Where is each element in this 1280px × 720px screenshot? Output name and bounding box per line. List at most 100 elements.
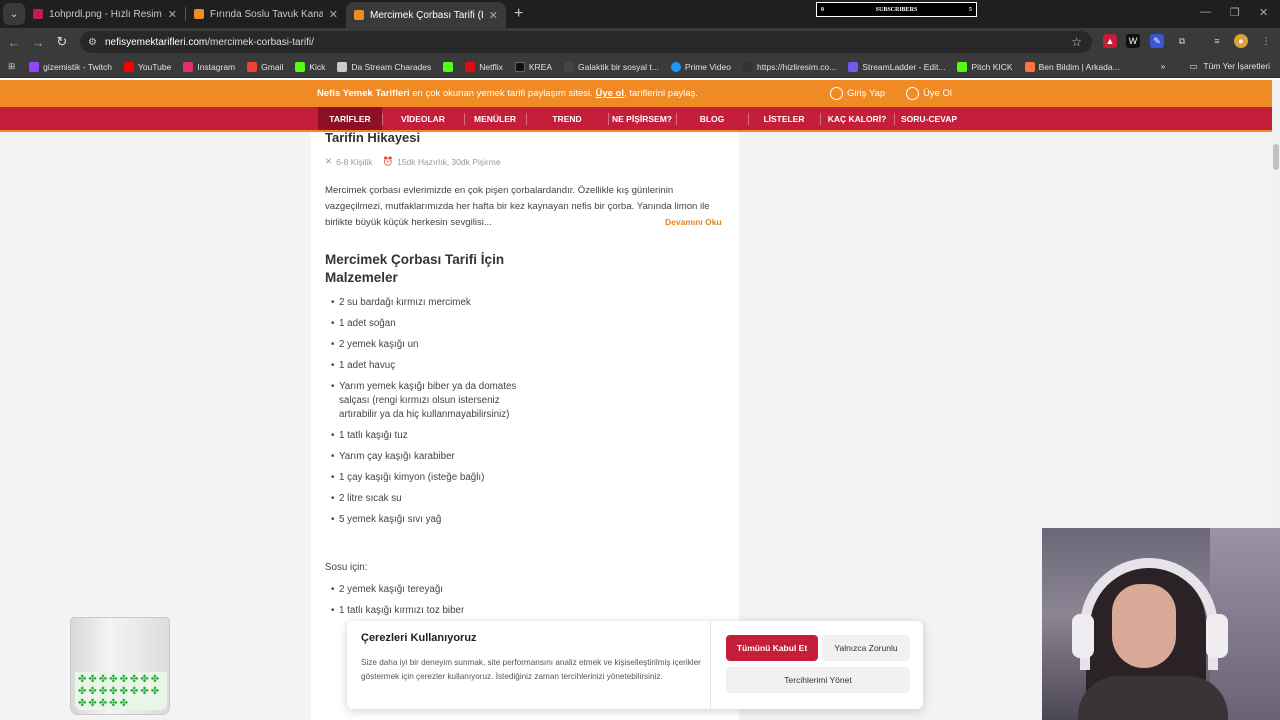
promo-text: Nefis Yemek Tarifleri en çok okunan yeme… (317, 88, 698, 99)
accept-all-button[interactable]: Tümünü Kabul Et (726, 635, 818, 661)
url-input[interactable]: ⚙ nefisyemektarifleri.com/mercimek-corba… (80, 31, 1092, 53)
story-title: Tarifin Hikayesi (325, 130, 421, 145)
streamladder-icon (848, 61, 859, 72)
bookmark-item[interactable]: KREA (514, 61, 552, 72)
glass-jar-image: ✤ ✤ ✤ ✤ ✤ ✤ ✤ ✤ ✤ ✤ ✤ ✤ ✤ ✤ ✤ ✤ ✤ ✤ ✤ ✤ ✤ (70, 617, 170, 715)
game-icon (1024, 61, 1035, 72)
chevron-right-icon[interactable]: » (1161, 61, 1166, 72)
bookmark-item[interactable]: Da Stream Charades (337, 61, 432, 72)
manage-preferences-button[interactable]: Tercihlerimi Yönet (726, 667, 910, 693)
bookmark-label: Prime Video (684, 61, 731, 72)
reading-list-icon[interactable]: ≡ (1210, 34, 1224, 48)
bookmark-item[interactable]: Pitch KICK (957, 61, 1013, 72)
login-label: Giriş Yap (847, 88, 886, 99)
tab-title: 1ohprdl.png - Hızlı Resim (49, 8, 162, 20)
profile-avatar[interactable]: ● (1234, 34, 1248, 48)
close-icon[interactable]: ✕ (168, 8, 177, 21)
cookie-divider (710, 621, 711, 709)
promo-bar: Nefis Yemek Tarifleri en çok okunan yeme… (0, 80, 1272, 107)
window-close-icon[interactable]: ✕ (1259, 6, 1268, 19)
cookie-title: Çerezleri Kullanıyoruz (361, 632, 477, 644)
forward-icon[interactable]: → (26, 35, 50, 50)
bookmark-item[interactable]: Prime Video (670, 61, 731, 72)
scrollbar-thumb[interactable] (1273, 144, 1279, 170)
nav-menuler[interactable]: MENÜLER (464, 107, 526, 130)
nav-trend[interactable]: TREND (526, 107, 608, 130)
login-link[interactable]: Giriş Yap (830, 87, 885, 100)
bookmark-label: YouTube (137, 61, 172, 72)
minimize-icon[interactable]: — (1200, 6, 1211, 18)
hizliresim-icon (742, 61, 753, 72)
nav-kac-kalori[interactable]: KAÇ KALORİ? (820, 107, 894, 130)
read-more-link[interactable]: Devamını Oku (665, 217, 722, 227)
nav-ne-pisirsem[interactable]: NE PİŞİRSEM? (608, 107, 676, 130)
clover-icon: ✤ (140, 686, 149, 697)
maximize-icon[interactable]: ❐ (1230, 6, 1240, 19)
clover-icon: ✤ (98, 674, 108, 685)
kick-icon (443, 61, 454, 72)
reload-icon[interactable]: ↻ (50, 34, 74, 50)
bookmark-label: gizemistik - Twitch (43, 61, 112, 72)
extensions-puzzle-icon[interactable]: ⧉ (1175, 34, 1189, 48)
clock-icon: ⏰ (382, 156, 394, 166)
bookmark-item[interactable]: StreamLadder - Edit... (848, 61, 945, 72)
list-item: 1 tatlı kaşığı tuz (331, 429, 521, 443)
bookmark-item[interactable]: Instagram (183, 61, 235, 72)
tab-search-button[interactable]: ⌄ (3, 3, 25, 25)
bookmark-item[interactable]: YouTube (123, 61, 172, 72)
instagram-icon (183, 61, 194, 72)
bookmark-item[interactable]: Ben Bildim | Arkada... (1024, 61, 1120, 72)
back-icon[interactable]: ← (2, 35, 26, 50)
main-nav: TARİFLER VİDEOLAR MENÜLER TREND NE PİŞİR… (0, 107, 1272, 132)
bookmark-item[interactable]: Gmail (247, 61, 283, 72)
signup-promo-link[interactable]: Üye ol (595, 88, 624, 99)
only-required-button[interactable]: Yalnızca Zorunlu (822, 635, 910, 661)
signup-link[interactable]: Üye Ol (906, 87, 952, 100)
tab-2[interactable]: Fırında Soslu Tavuk Kanat - Nefis ✕ (186, 0, 346, 28)
clover-icon: ✤ (78, 686, 87, 697)
clover-icon: ✤ (119, 686, 128, 697)
menu-dots-icon[interactable]: ⋮ (1259, 34, 1273, 48)
nav-tarifler[interactable]: TARİFLER (318, 107, 382, 130)
extension-icon[interactable]: W (1126, 34, 1140, 48)
signup-label: Üye Ol (923, 88, 953, 99)
bookmark-item[interactable]: Netflix (465, 61, 503, 72)
bookmark-item[interactable]: Kick (295, 61, 326, 72)
tab-3-active[interactable]: Mercimek Çorbası Tarifi (Lokanta ✕ (346, 2, 506, 28)
list-item: 1 tatlı kaşığı kırmızı toz biber (331, 604, 521, 618)
bookmark-label: Kick (309, 61, 326, 72)
close-icon[interactable]: ✕ (329, 8, 338, 21)
bookmark-item[interactable]: https://hizliresim.co... (742, 61, 836, 72)
extension-icon[interactable]: ▲ (1103, 34, 1117, 48)
extension-icon[interactable]: ✎ (1150, 34, 1164, 48)
clover-fill: ✤ ✤ ✤ ✤ ✤ ✤ ✤ ✤ ✤ ✤ ✤ ✤ ✤ ✤ ✤ ✤ ✤ ✤ ✤ ✤ ✤ (75, 672, 167, 710)
bookmarks-bar: ⊞ gizemistik - Twitch YouTube Instagram … (0, 56, 1280, 78)
clover-icon: ✤ (150, 674, 160, 685)
nav-videolar[interactable]: VİDEOLAR (382, 107, 464, 130)
promo-brand: Nefis Yemek Tarifleri (317, 88, 410, 99)
nav-listeler[interactable]: LİSTELER (748, 107, 820, 130)
all-bookmarks-link[interactable]: Tüm Yer İşaretleri (1203, 61, 1270, 72)
list-item: Yarım yemek kaşığı biber ya da domates s… (331, 380, 521, 422)
apps-grid-icon[interactable]: ⊞ (8, 61, 15, 72)
clover-icon: ✤ (129, 686, 139, 697)
clover-icon: ✤ (78, 698, 87, 709)
kick-icon (957, 61, 968, 72)
bookmark-item[interactable] (443, 61, 454, 72)
bookmark-label: Ben Bildim | Arkada... (1038, 61, 1120, 72)
nav-blog[interactable]: BLOG (676, 107, 748, 130)
new-tab-button[interactable]: + (514, 5, 523, 23)
ingredients-list: 2 su bardağı kırmızı mercimek 1 adet soğ… (331, 296, 521, 534)
nav-soru-cevap[interactable]: SORU-CEVAP (894, 107, 964, 130)
list-item: 2 yemek kaşığı un (331, 338, 521, 352)
bookmark-star-icon[interactable]: ☆ (1071, 35, 1082, 49)
bookmark-label: Da Stream Charades (351, 61, 432, 72)
tab-1[interactable]: 1ohprdl.png - Hızlı Resim ✕ (25, 0, 185, 28)
close-icon[interactable]: ✕ (489, 9, 498, 22)
tab-title: Fırında Soslu Tavuk Kanat - Nefis (210, 8, 323, 20)
bookmark-item[interactable]: gizemistik - Twitch (29, 61, 112, 72)
bookmark-item[interactable]: Galaktik bir sosyal t... (564, 61, 659, 72)
clover-icon: ✤ (140, 674, 149, 685)
bookmarks-right: » ▭ Tüm Yer İşaretleri (1161, 61, 1270, 72)
site-info-icon[interactable]: ⚙ (88, 37, 97, 48)
